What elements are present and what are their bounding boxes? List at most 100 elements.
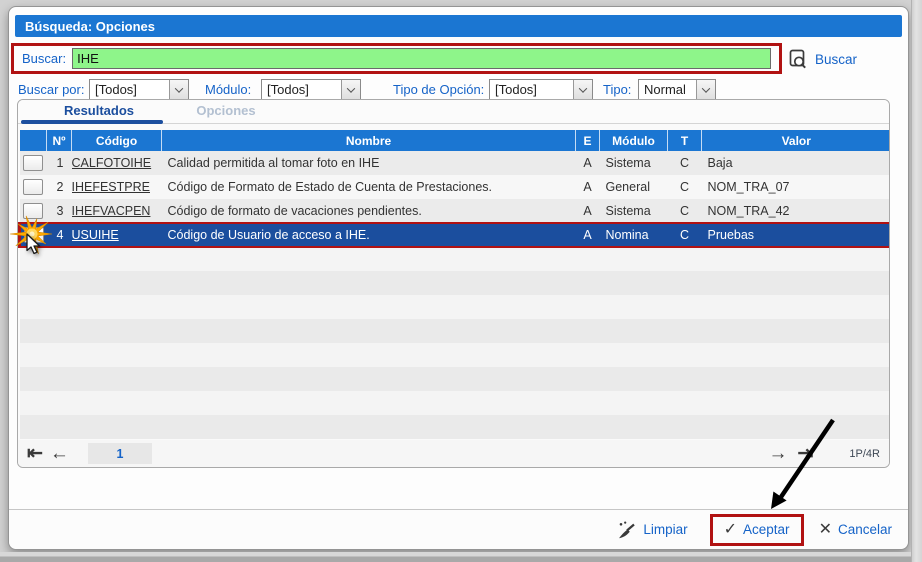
close-icon: ✕ [818, 520, 832, 538]
row-cell-t: C [679, 156, 690, 170]
row-cell-t: C [667, 222, 702, 248]
row-cell-valor: NOM_TRA_07 [707, 180, 790, 194]
limpiar-button[interactable]: Limpiar [617, 520, 688, 540]
limpiar-label: Limpiar [643, 522, 688, 537]
row-cell-modulo: Nomina [599, 222, 668, 248]
filter-tipo-opcion-value: [Todos] [495, 82, 537, 97]
table-row[interactable]: 4 USUIHE Código de Usuario de acceso a IHE… [18, 222, 889, 248]
dialog-title: Búsqueda: Opciones [25, 18, 156, 34]
results-panel: Resultados Opciones Nº Código Nombre E M… [17, 99, 890, 468]
search-label: Buscar: [22, 51, 67, 66]
row-cell-n: 1 [56, 156, 64, 170]
filter-tipo-label: Tipo: [603, 82, 632, 97]
search-button-label: Buscar [815, 51, 858, 67]
empty-row [19, 391, 889, 415]
filter-bar: Buscar por: [Todos] Módulo: [Todos] Tipo… [9, 79, 908, 101]
broom-icon [619, 521, 636, 538]
col-header-numero[interactable]: Nº [46, 130, 72, 151]
filter-buscar-por-select[interactable]: [Todos] [89, 79, 189, 100]
active-tab-underline [21, 120, 163, 124]
empty-row [19, 319, 889, 343]
row-cell-valor: Baja [707, 156, 733, 170]
underlying-page-scrollbar[interactable] [911, 0, 922, 562]
next-page-icon[interactable]: → [769, 444, 788, 463]
empty-row [19, 295, 889, 319]
row-checkbox[interactable] [22, 202, 43, 219]
row-checkbox[interactable] [22, 155, 43, 171]
row-cell-e: A [583, 203, 592, 218]
filter-modulo-select[interactable]: [Todos] [261, 79, 361, 100]
row-cell-n: 2 [56, 180, 64, 194]
chevron-down-icon [696, 80, 715, 99]
check-icon: ✓ [723, 520, 738, 538]
col-header-valor[interactable]: Valor [701, 130, 889, 151]
underlying-page-bottom [0, 552, 922, 562]
cancelar-label: Cancelar [837, 522, 892, 537]
row-cell-nombre: Calidad permitida al tomar foto en IHE [167, 156, 380, 170]
row-cell-nombre: Código de Usuario de acceso a IHE. [161, 222, 576, 248]
prev-page-icon[interactable]: ← [50, 444, 69, 463]
table-row[interactable]: 2 IHEFESTPRE Código de Formato de Estado d… [19, 175, 889, 199]
search-input[interactable] [72, 48, 771, 69]
col-header-e[interactable]: E [575, 130, 600, 151]
filter-tipo-opcion-select[interactable]: [Todos] [489, 79, 593, 100]
row-checkbox[interactable] [22, 179, 43, 195]
row-code-link[interactable]: USUIHE [72, 228, 119, 242]
row-cell-t: C [679, 180, 690, 194]
row-cell-nombre: Código de formato de vacaciones pendient… [167, 203, 422, 218]
aceptar-label: Aceptar [743, 522, 790, 537]
first-page-icon[interactable]: ⇤ [27, 444, 43, 463]
table-row[interactable]: 1 CALFOTOIHE Calidad permitida al tomar fo… [19, 151, 889, 175]
filter-tipo-opcion-label: Tipo de Opción: [393, 82, 485, 97]
chevron-down-icon [573, 80, 592, 99]
empty-row [19, 343, 889, 367]
row-cell-valor: NOM_TRA_42 [707, 203, 790, 218]
filter-tipo-value: Normal [644, 82, 686, 97]
chevron-down-icon [341, 80, 360, 99]
empty-row [19, 247, 889, 271]
row-code-link[interactable]: IHEFESTPRE [72, 180, 151, 194]
row-cell-nombre: Código de Formato de Estado de Cuenta de… [167, 180, 493, 194]
row-cell-e: A [575, 222, 600, 248]
search-dialog: Búsqueda: Opciones Buscar: Buscar Buscar… [8, 6, 909, 550]
table-header-row: Nº Código Nombre E Módulo T Valor [19, 130, 889, 151]
pagination-bar: ⇤ ← 1 → ⇥ 1P/4R [18, 440, 889, 467]
aceptar-button[interactable]: ✓ Aceptar [723, 520, 790, 538]
row-cell-valor: Pruebas [701, 222, 889, 248]
row-cell-e: A [583, 156, 592, 170]
screen: { "window": { "title": "Búsqueda: Opcion… [0, 0, 922, 562]
col-header-modulo[interactable]: Módulo [599, 130, 668, 151]
row-cell-t: C [679, 203, 690, 218]
annotation-box-aceptar: ✓ Aceptar [709, 513, 804, 546]
row-cell-e: A [583, 180, 592, 194]
row-cell-modulo: Sistema [605, 203, 651, 218]
col-header-check[interactable] [19, 130, 47, 151]
row-cell-modulo: General [605, 180, 650, 194]
last-page-icon[interactable]: ⇥ [798, 444, 814, 463]
page-number-button[interactable]: 1 [87, 443, 152, 464]
filter-modulo-value: [Todos] [267, 82, 309, 97]
filter-buscar-por-value: [Todos] [95, 82, 137, 97]
empty-row [19, 415, 889, 439]
col-header-codigo[interactable]: Código [71, 130, 162, 151]
results-tbody: 1 CALFOTOIHE Calidad permitida al tomar fo… [18, 151, 889, 439]
empty-row [19, 367, 889, 391]
annotation-box-search: Buscar: [11, 43, 782, 74]
search-button[interactable]: Buscar [788, 47, 857, 71]
row-code-link[interactable]: IHEFVACPEN [72, 204, 151, 218]
results-table: Nº Código Nombre E Módulo T Valor 1 CALFO… [18, 130, 889, 439]
row-code-link[interactable]: CALFOTOIHE [72, 156, 152, 170]
row-cell-n: 4 [46, 222, 72, 248]
row-cell-modulo: Sistema [605, 156, 651, 170]
table-row[interactable]: 3 IHEFVACPEN Código de formato de vacacion… [19, 199, 889, 223]
col-header-t[interactable]: T [667, 130, 702, 151]
col-header-nombre[interactable]: Nombre [161, 130, 576, 151]
dialog-titlebar: Búsqueda: Opciones [15, 15, 902, 37]
filter-tipo-select[interactable]: Normal [638, 79, 716, 100]
tab-opciones[interactable]: Opciones [184, 103, 268, 118]
row-checkbox[interactable] [24, 227, 44, 243]
pagination-summary: 1P/4R [849, 447, 880, 460]
cancelar-button[interactable]: ✕ Cancelar [818, 520, 892, 538]
tab-resultados[interactable]: Resultados [34, 103, 164, 118]
dialog-footer: Limpiar ✓ Aceptar ✕ Cancelar [9, 509, 908, 549]
